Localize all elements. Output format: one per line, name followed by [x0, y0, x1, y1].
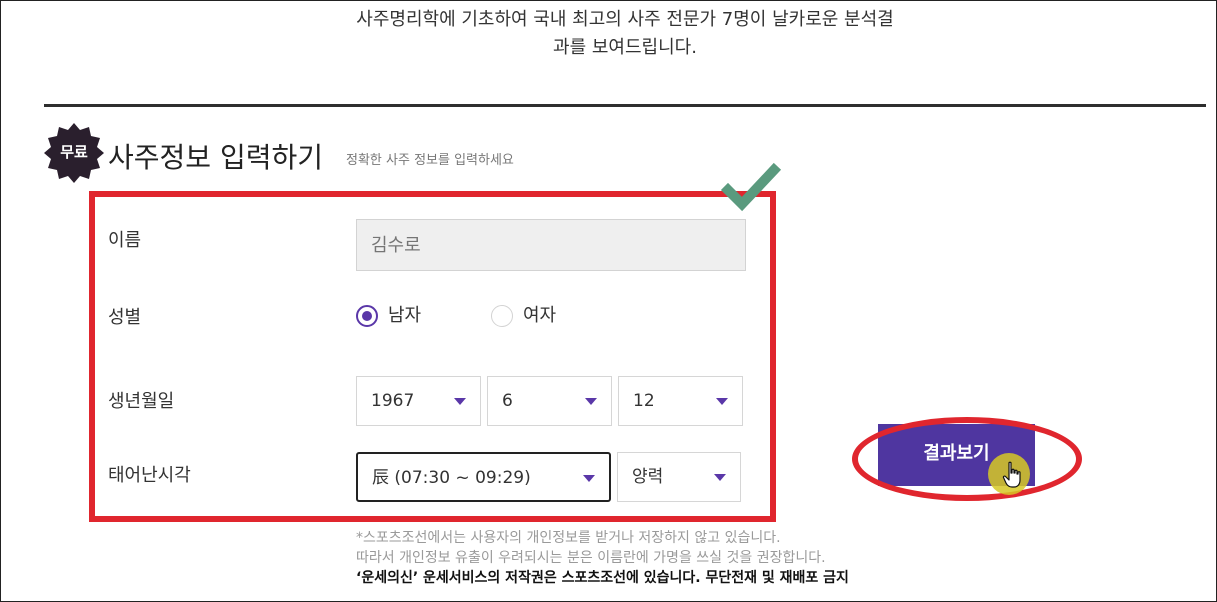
birth-year-value: 1967	[371, 391, 415, 411]
birth-month-value: 6	[502, 391, 513, 411]
calendar-type-select[interactable]: 양력	[617, 452, 741, 502]
birth-month-select[interactable]: 6	[487, 376, 612, 426]
caret-down-icon	[716, 398, 728, 405]
birthdate-label: 생년월일	[108, 391, 175, 412]
result-highlight-ellipse	[852, 417, 1082, 501]
gender-radio-male[interactable]	[356, 305, 378, 327]
gender-label: 성별	[108, 307, 142, 328]
section-subtitle: 정확한 사주 정보를 입력하세요	[346, 153, 514, 168]
birth-year-select[interactable]: 1967	[356, 376, 481, 426]
name-label: 이름	[108, 230, 142, 251]
name-input[interactable]	[356, 219, 746, 271]
birth-time-label: 태어난시각	[108, 465, 191, 486]
hand-pointer-icon	[1002, 461, 1021, 488]
copyright-notice: ‘운세의신’ 운세서비스의 저작권은 스포츠조선에 있습니다. 무단전재 및 재…	[356, 570, 849, 586]
calendar-type-value: 양력	[632, 467, 664, 487]
intro-line-1: 사주명리학에 기초하여 국내 최고의 사주 전문가 7명이 날카로운 분석결	[356, 9, 894, 30]
gender-radio-female[interactable]	[491, 305, 513, 327]
gender-option-male-label[interactable]: 남자	[388, 304, 421, 328]
section-divider	[44, 104, 1206, 107]
intro-text: 사주명리학에 기초하여 국내 최고의 사주 전문가 7명이 날카로운 분석결 과…	[300, 6, 950, 62]
section-title: 사주정보 입력하기	[108, 141, 323, 174]
caret-down-icon	[585, 398, 597, 405]
intro-line-2: 과를 보여드립니다.	[553, 37, 697, 58]
birth-day-value: 12	[633, 391, 655, 411]
caret-down-icon	[714, 474, 726, 481]
pseudonym-notice: 따라서 개인정보 유출이 우려되시는 분은 이름란에 가명을 쓰실 것을 권장합…	[356, 550, 826, 566]
birth-time-select[interactable]: 辰 (07:30 ~ 09:29)	[356, 452, 611, 502]
caret-down-icon	[454, 398, 466, 405]
gender-option-female-label[interactable]: 여자	[523, 304, 556, 328]
caret-down-icon	[583, 475, 595, 482]
birth-time-value: 辰 (07:30 ~ 09:29)	[372, 468, 531, 488]
privacy-notice: *스포츠조선에서는 사용자의 개인정보를 받거나 저장하지 않고 있습니다.	[356, 530, 781, 546]
checkmark-icon	[720, 162, 782, 212]
free-badge-label: 무료	[60, 143, 88, 161]
birth-day-select[interactable]: 12	[618, 376, 743, 426]
